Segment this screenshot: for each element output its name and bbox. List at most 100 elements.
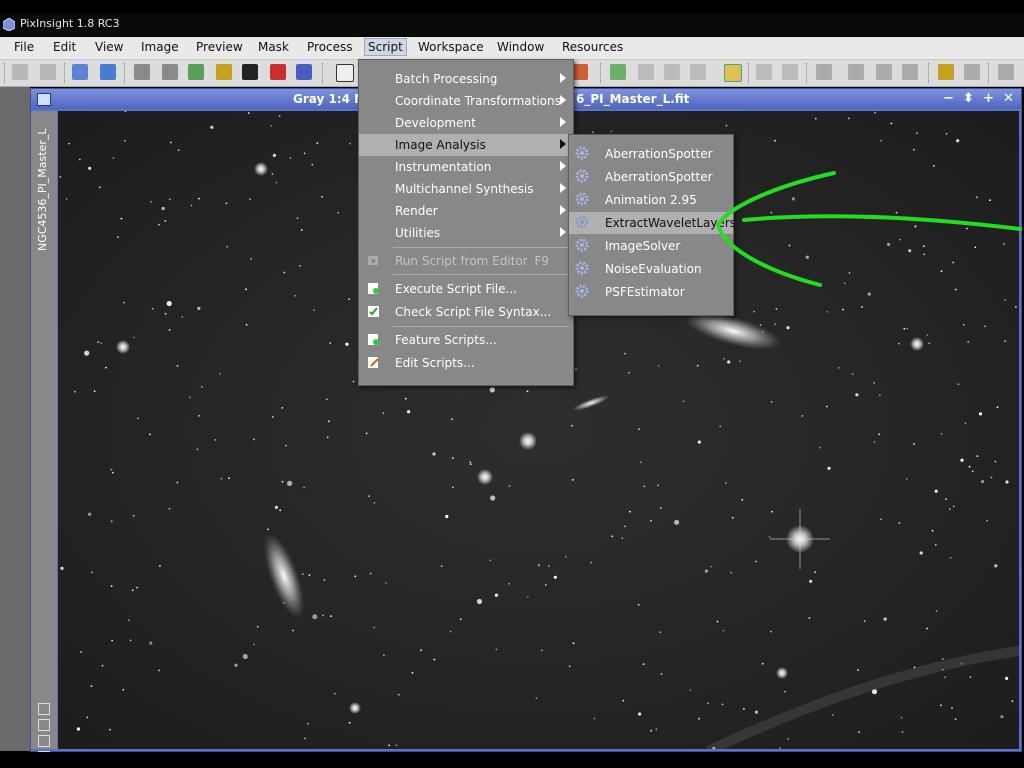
layout-icon[interactable] xyxy=(964,64,980,80)
star xyxy=(657,484,659,487)
star xyxy=(954,288,957,291)
menu-resources[interactable]: Resources xyxy=(562,40,623,54)
star xyxy=(659,631,662,634)
minimize-icon[interactable]: − xyxy=(943,91,954,106)
submenu-item-aberrationspotter[interactable]: AberrationSpotter xyxy=(569,143,733,165)
menu-preview[interactable]: Preview xyxy=(196,40,243,54)
star xyxy=(553,575,557,579)
menu-item-edit-scripts[interactable]: Edit Scripts... xyxy=(359,352,573,374)
menu-item-instrumentation[interactable]: Instrumentation xyxy=(359,156,573,178)
histogram-icon[interactable] xyxy=(296,64,312,80)
menu-mask[interactable]: Mask xyxy=(258,40,289,54)
menu-item-batch-processing[interactable]: Batch Processing xyxy=(359,68,573,90)
image-view-tab[interactable]: NGC4536_PI_Master_L xyxy=(31,111,57,761)
star xyxy=(814,117,817,120)
star xyxy=(922,245,925,248)
menu-item-development[interactable]: Development xyxy=(359,112,573,134)
star xyxy=(285,444,287,447)
menu-item-multichannel-synthesis[interactable]: Multichannel Synthesis xyxy=(359,178,573,200)
star xyxy=(638,428,640,431)
star xyxy=(404,397,407,400)
menu-image[interactable]: Image xyxy=(141,40,179,54)
back-icon[interactable] xyxy=(756,64,772,80)
menu-view[interactable]: View xyxy=(95,40,123,54)
gear-icon xyxy=(575,261,589,275)
star xyxy=(93,390,96,393)
menu-item-coordinate-transformations[interactable]: Coordinate Transformations xyxy=(359,90,573,112)
submenu-item-imagesolver[interactable]: ImageSolver xyxy=(569,235,733,257)
menu-item-check-script-file-syntax[interactable]: Check Script File Syntax... xyxy=(359,301,573,323)
star xyxy=(851,373,854,376)
menu-script[interactable]: Script xyxy=(364,38,407,56)
forward-icon[interactable] xyxy=(782,64,798,80)
new-image-icon[interactable] xyxy=(72,64,88,80)
menubar: File Edit View Image Preview Mask Proces… xyxy=(0,37,1024,60)
star xyxy=(975,196,978,199)
redo-icon[interactable] xyxy=(40,64,56,80)
submenu-item-aberrationspotter-2[interactable]: AberrationSpotter xyxy=(569,166,733,188)
maximize-icon[interactable]: + xyxy=(983,91,994,106)
menu-item-image-analysis[interactable]: Image Analysis xyxy=(359,134,573,156)
star xyxy=(855,393,859,397)
star xyxy=(873,382,876,384)
hand-icon[interactable] xyxy=(816,64,832,80)
submenu-item-noiseevaluation[interactable]: NoiseEvaluation xyxy=(569,258,733,280)
menu-workspace[interactable]: Workspace xyxy=(418,40,484,54)
submenu-item-psfestimator[interactable]: PSFEstimator xyxy=(569,281,733,303)
zoom-icon[interactable] xyxy=(134,64,150,80)
star xyxy=(689,689,692,691)
zoom-fit-icon[interactable] xyxy=(162,64,178,80)
shade-icon[interactable]: ⬍ xyxy=(963,91,974,106)
menu-edit[interactable]: Edit xyxy=(53,40,76,54)
star xyxy=(935,610,938,612)
crop-icon[interactable] xyxy=(876,64,892,80)
star xyxy=(352,380,355,383)
star xyxy=(100,342,103,345)
star xyxy=(489,559,492,562)
star xyxy=(768,536,771,538)
star xyxy=(440,565,443,568)
rotate-icon[interactable] xyxy=(902,64,918,80)
menu-window[interactable]: Window xyxy=(497,40,544,54)
mask-icon[interactable] xyxy=(270,64,286,80)
menu-item-feature-scripts[interactable]: Feature Scripts... xyxy=(359,329,573,351)
close-icon[interactable]: ✕ xyxy=(1003,91,1014,106)
select-icon[interactable] xyxy=(336,64,354,82)
grid-icon[interactable] xyxy=(938,64,954,80)
submenu-item-extractwaveletlayers[interactable]: ExtractWaveletLayers xyxy=(569,212,736,234)
star xyxy=(787,738,790,740)
menu-file[interactable]: File xyxy=(14,40,34,54)
star xyxy=(637,603,640,606)
galaxy-ngc4536 xyxy=(263,533,305,619)
undo-icon[interactable] xyxy=(12,64,28,80)
window-icon[interactable] xyxy=(638,64,654,80)
star xyxy=(738,360,741,362)
expand-icon[interactable] xyxy=(38,719,50,731)
star xyxy=(307,722,310,725)
menu-process[interactable]: Process xyxy=(307,40,353,54)
star xyxy=(304,737,306,740)
window-list-icon[interactable] xyxy=(690,64,706,80)
submenu-item-animation[interactable]: Animation 2.95 xyxy=(569,189,733,211)
duplicate-image-icon[interactable] xyxy=(100,64,116,80)
menu-item-execute-script-file[interactable]: Execute Script File... xyxy=(359,278,573,300)
add-icon[interactable] xyxy=(610,64,626,80)
highlight-icon[interactable] xyxy=(724,64,742,82)
color-icon[interactable] xyxy=(572,64,588,80)
shrink-icon[interactable] xyxy=(38,703,50,715)
star xyxy=(996,406,999,409)
image-analysis-submenu: AberrationSpotter AberrationSpotter Anim… xyxy=(568,134,736,316)
settings-icon[interactable] xyxy=(998,64,1014,80)
window-alt-icon[interactable] xyxy=(664,64,680,80)
menu-item-utilities[interactable]: Utilities xyxy=(359,222,573,244)
copy-icon[interactable] xyxy=(38,735,50,747)
star xyxy=(978,412,983,416)
new-preview-icon[interactable] xyxy=(188,64,204,80)
channel-icon[interactable] xyxy=(242,64,258,80)
stf-icon[interactable] xyxy=(216,64,232,80)
tool-icon[interactable] xyxy=(848,64,864,80)
star xyxy=(271,173,274,175)
menu-separator xyxy=(393,326,569,327)
star xyxy=(928,342,931,345)
menu-item-render[interactable]: Render xyxy=(359,200,573,222)
